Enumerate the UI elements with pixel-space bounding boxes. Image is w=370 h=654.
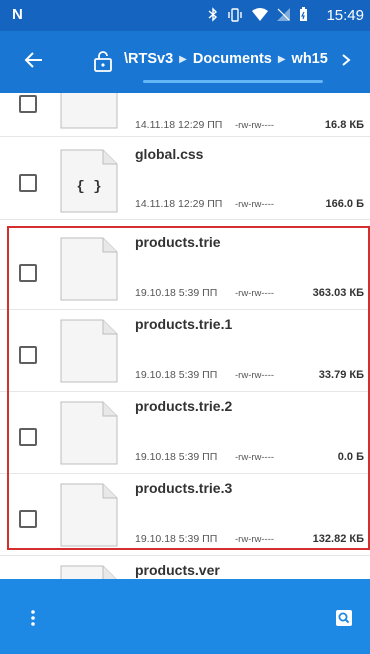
file-permissions: -rw-rw---- [235,199,275,210]
css-file-icon: { } [60,149,118,213]
breadcrumb: \RTSv3 ▶ Documents ▶ wh15 [124,51,328,67]
file-date: 14.11.18 12:29 ПП [135,198,223,210]
more-vert-icon[interactable] [28,609,38,627]
file-size: 0.0 Б [337,451,364,463]
file-name: products.ver [135,562,220,578]
file-permissions: -rw-rw---- [235,288,275,299]
file-size: 33.79 КБ [318,369,364,381]
file-date: 19.10.18 5:39 ПП [135,533,218,545]
file-list[interactable]: 14.11.18 12:29 ПП -rw-rw---- 16.8 КБ { }… [0,93,370,579]
unlock-icon[interactable] [93,50,113,72]
file-icon [60,401,118,465]
file-row[interactable]: products.ver [0,556,370,579]
bottom-action-bar [0,579,370,654]
wifi-icon [252,8,268,21]
bluetooth-icon [208,7,218,22]
back-arrow-icon[interactable] [22,48,46,72]
file-name: products.trie.1 [135,316,233,332]
breadcrumb-item[interactable]: \RTSv3 [124,51,173,67]
file-row[interactable]: products.trie.3 19.10.18 5:39 ПП -rw-rw-… [0,474,370,556]
file-size: 16.8 КБ [324,119,364,131]
file-name: products.trie [135,234,221,250]
file-icon [60,93,118,129]
file-name: products.trie.2 [135,398,233,414]
breadcrumb-item[interactable]: Documents [193,51,272,67]
row-checkbox[interactable] [19,95,37,113]
status-bar: N 15:49 [0,0,370,31]
no-signal-icon [277,8,290,21]
clock: 15:49 [326,7,364,24]
file-date: 19.10.18 5:39 ПП [135,287,218,299]
file-size: 363.03 КБ [312,287,364,299]
file-date: 14.11.18 12:29 ПП [135,119,223,131]
row-checkbox[interactable] [19,174,37,192]
file-permissions: -rw-rw---- [235,370,275,381]
row-checkbox[interactable] [19,264,37,282]
file-permissions: -rw-rw---- [235,452,275,463]
status-icons [208,7,308,22]
file-size: 166.0 Б [325,198,365,210]
file-date: 19.10.18 5:39 ПП [135,451,218,463]
row-checkbox[interactable] [19,510,37,528]
breadcrumb-separator: ▶ [277,53,286,65]
svg-text:{ }: { } [76,179,101,195]
file-date: 19.10.18 5:39 ПП [135,369,218,381]
file-icon [60,565,117,579]
file-permissions: -rw-rw---- [235,534,275,545]
breadcrumb-scroll-indicator [143,80,323,83]
chevron-right-icon[interactable] [336,49,356,71]
file-name: products.trie.3 [135,480,233,496]
breadcrumb-item[interactable]: wh15 [292,51,328,67]
file-row[interactable]: { } global.css 14.11.18 12:29 ПП -rw-rw-… [0,138,370,220]
file-row[interactable]: products.trie 19.10.18 5:39 ПП -rw-rw---… [0,228,370,310]
file-name: global.css [135,146,204,162]
file-icon [60,483,118,547]
file-size: 132.82 КБ [312,533,364,545]
carrier-logo: N [12,6,23,23]
row-checkbox[interactable] [19,428,37,446]
file-icon [60,319,118,383]
search-icon[interactable] [336,610,352,626]
breadcrumb-separator: ▶ [179,53,187,65]
file-row[interactable]: products.trie.1 19.10.18 5:39 ПП -rw-rw-… [0,310,370,392]
file-icon [60,237,118,301]
vibrate-icon [228,7,242,22]
battery-icon [300,7,307,21]
row-checkbox[interactable] [19,346,37,364]
app-toolbar: \RTSv3 ▶ Documents ▶ wh15 [0,31,370,93]
file-row[interactable]: products.trie.2 19.10.18 5:39 ПП -rw-rw-… [0,392,370,474]
file-permissions: -rw-rw---- [235,120,275,131]
file-row[interactable]: 14.11.18 12:29 ПП -rw-rw---- 16.8 КБ [0,93,370,137]
